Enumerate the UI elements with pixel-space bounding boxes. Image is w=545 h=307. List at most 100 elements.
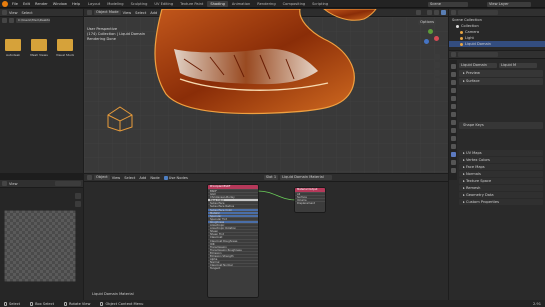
z-axis-icon[interactable]: [424, 39, 429, 44]
ortho-toggle-icon[interactable]: [434, 78, 440, 84]
camera-view-icon[interactable]: [434, 70, 440, 76]
hand-icon[interactable]: [75, 193, 81, 199]
section-uv-maps[interactable]: ▸ UV Maps: [459, 150, 543, 156]
modifier-tab-icon[interactable]: [450, 119, 456, 125]
navigation-gizmo[interactable]: [420, 27, 442, 49]
section-normals[interactable]: ▸ Normals: [459, 171, 543, 177]
outliner-item-label: Liquid Domain: [465, 42, 491, 46]
outliner-item-liquid-domain[interactable]: Liquid Domain: [449, 41, 545, 47]
section-preview[interactable]: ▸ Preview: [459, 70, 543, 77]
folder-item[interactable]: Visual Studio: [56, 39, 74, 57]
camera-object-icon[interactable]: [106, 105, 134, 133]
file-menu-view[interactable]: View: [9, 11, 18, 15]
material-output-inputs: All Surface Volume Displacement: [295, 192, 325, 205]
folder-item[interactable]: Autodesk: [4, 39, 22, 57]
node-input-label: Clearcoat Roughness: [210, 239, 238, 243]
node-input-tangent[interactable]: Tangent: [208, 266, 258, 270]
image-editor-header: View: [0, 180, 83, 188]
section-remesh[interactable]: ▸ Remesh: [459, 185, 543, 191]
material-name-field[interactable]: Liquid M: [499, 62, 537, 68]
menu-file[interactable]: File: [12, 2, 18, 6]
blender-logo-icon[interactable]: [2, 0, 8, 7]
data-tab-icon[interactable]: [450, 151, 456, 157]
tab-compositing[interactable]: Compositing: [280, 1, 309, 7]
y-axis-icon[interactable]: [428, 29, 433, 34]
menu-window[interactable]: Window: [53, 2, 67, 6]
back-icon[interactable]: [2, 18, 7, 23]
image-canvas[interactable]: [4, 210, 76, 282]
zoom-icon[interactable]: [75, 201, 81, 207]
image-tools: [75, 192, 81, 208]
constraints-tab-icon[interactable]: [450, 143, 456, 149]
node-editor-footer: Liquid Domain Material: [92, 292, 134, 296]
file-menu-select[interactable]: Select: [22, 11, 33, 15]
image-menu-view[interactable]: View: [9, 182, 18, 186]
outliner-search[interactable]: [458, 10, 498, 15]
tab-texture-paint[interactable]: Texture Paint: [177, 1, 206, 7]
physics-tab-icon[interactable]: [450, 135, 456, 141]
material-tab-icon[interactable]: [450, 159, 456, 165]
object-name-field[interactable]: Liquid Domain: [459, 62, 497, 68]
particles-tab-icon[interactable]: [450, 127, 456, 133]
viewport-nav-buttons: [434, 53, 440, 85]
view-layer-field[interactable]: View Layer: [487, 1, 531, 7]
node-input-label: Anisotropic: [210, 224, 225, 228]
scene-tab-icon[interactable]: [450, 95, 456, 101]
node-input-displacement[interactable]: Displacement: [295, 201, 325, 205]
section-face-maps[interactable]: ▸ Face Maps: [459, 164, 543, 170]
node-input-label: All: [297, 193, 301, 196]
viewport-options-button[interactable]: Options: [418, 20, 436, 25]
file-path-field[interactable]: C:\Users\Tilen\Desktop\: [16, 18, 50, 23]
zoom-icon[interactable]: [434, 54, 440, 60]
tool-tab-icon[interactable]: [450, 63, 456, 69]
view-layer-selector[interactable]: View Layer: [487, 1, 533, 7]
image-browse-field[interactable]: [55, 181, 81, 186]
tab-uv-editing[interactable]: UV Editing: [151, 1, 176, 7]
editor-type-icon[interactable]: [451, 10, 456, 15]
menu-help[interactable]: Help: [72, 2, 80, 6]
tab-modeling[interactable]: Modeling: [104, 1, 126, 7]
tab-shading[interactable]: Shading: [207, 1, 228, 7]
tab-layout[interactable]: Layout: [85, 1, 103, 7]
pan-icon[interactable]: [434, 62, 440, 68]
menu-render[interactable]: Render: [35, 2, 48, 6]
editor-type-icon[interactable]: [2, 10, 7, 15]
section-surface[interactable]: ▸ Surface: [459, 78, 543, 85]
forward-icon[interactable]: [9, 18, 14, 23]
tab-rendering[interactable]: Rendering: [254, 1, 278, 7]
scene-field[interactable]: Scene: [428, 1, 468, 7]
outliner-list: Collection Camera Light Liquid Domain: [449, 23, 545, 47]
section-geometry-data[interactable]: ▸ Geometry Data: [459, 192, 543, 198]
properties-search[interactable]: [458, 52, 498, 57]
world-tab-icon[interactable]: [450, 103, 456, 109]
3d-viewport[interactable]: Object Mode View Select Add Object: [84, 9, 448, 173]
principled-bsdf-node[interactable]: Principled BSDF BSDF GGX Christensen-Burle…: [208, 185, 258, 297]
editor-type-icon[interactable]: [2, 181, 7, 186]
shape-keys-label: Shape Keys: [463, 123, 484, 127]
menu-edit[interactable]: Edit: [23, 2, 30, 6]
node-links: [257, 190, 297, 201]
x-axis-icon[interactable]: [434, 36, 439, 41]
section-vertex-colors[interactable]: ▸ Vertex Colors: [459, 157, 543, 163]
shape-keys-section[interactable]: Shape Keys: [459, 122, 543, 129]
outliner-header: [449, 9, 545, 17]
material-output-node[interactable]: Material Output All Surface Volume Displace…: [295, 188, 325, 212]
texture-tab-icon[interactable]: [450, 167, 456, 173]
node-input-label: Normal: [210, 261, 220, 265]
tab-animation[interactable]: Animation: [229, 1, 253, 7]
folder-item[interactable]: Mesh Views: [30, 39, 48, 57]
tab-scripting[interactable]: Scripting: [309, 1, 331, 7]
editor-type-icon[interactable]: [451, 52, 456, 57]
object-tab-icon[interactable]: [450, 111, 456, 117]
liquid-domain-icon: [460, 42, 463, 46]
scene-selector[interactable]: Scene: [428, 1, 470, 7]
output-tab-icon[interactable]: [450, 79, 456, 85]
file-path-bar: C:\Users\Tilen\Desktop\: [0, 17, 83, 24]
mouse-icon: [30, 301, 34, 306]
section-texture-space[interactable]: ▸ Texture Space: [459, 178, 543, 184]
tab-sculpting[interactable]: Sculpting: [128, 1, 151, 7]
section-custom-properties[interactable]: ▸ Custom Properties: [459, 199, 543, 205]
render-tab-icon[interactable]: [450, 71, 456, 77]
shader-node-editor[interactable]: Object View Select Add Node Use Nodes Sl…: [84, 174, 448, 300]
view-layer-tab-icon[interactable]: [450, 87, 456, 93]
